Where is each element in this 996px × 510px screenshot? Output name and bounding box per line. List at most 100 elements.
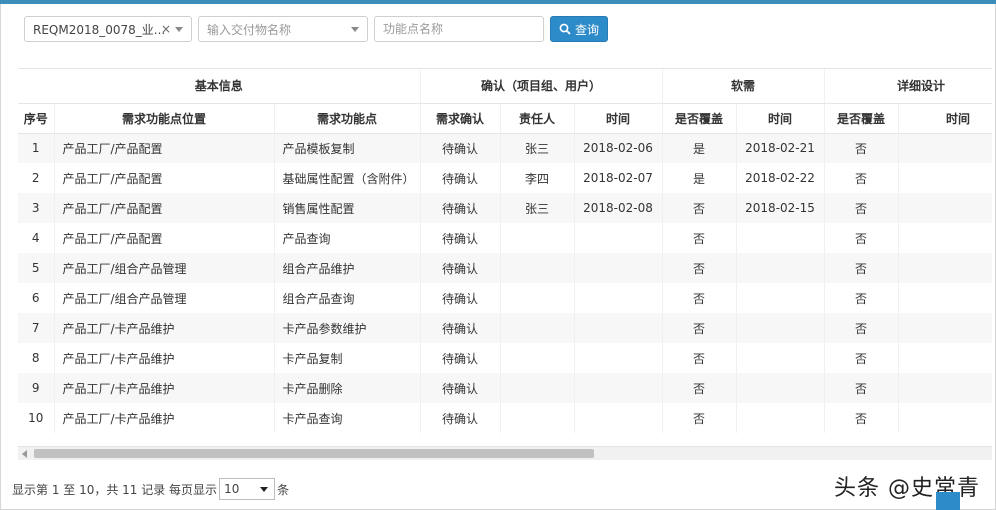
table-cell: 6 [18, 283, 55, 313]
table-cell: 基础属性配置（含附件） [274, 163, 421, 193]
table-cell [736, 403, 825, 433]
function-point-input[interactable] [374, 16, 544, 42]
search-icon [559, 23, 571, 35]
table-cell [898, 163, 992, 193]
table-cell [736, 253, 825, 283]
column-header[interactable]: 序号 [18, 103, 55, 134]
table-cell: 待确认 [420, 193, 501, 223]
top-accent-bar [0, 0, 996, 4]
table-cell: 10 [18, 403, 55, 433]
table-cell: 李四 [500, 163, 575, 193]
table-cell [500, 403, 575, 433]
table-row[interactable]: 8 产品工厂/卡产品维护 卡产品复制 待确认 否 否 [18, 343, 992, 373]
group-header-detailed-design: 详细设计 [824, 69, 992, 104]
table-row[interactable]: 6 产品工厂/组合产品管理 组合产品查询 待确认 否 否 [18, 283, 992, 313]
table-cell [898, 403, 992, 433]
table-cell: 待确认 [420, 373, 501, 403]
table-cell: 待确认 [420, 313, 501, 343]
chevron-down-icon [175, 27, 183, 32]
table-row[interactable]: 5 产品工厂/组合产品管理 组合产品维护 待确认 否 否 [18, 253, 992, 283]
column-header-row: 序号 需求功能点位置 需求功能点 需求确认 责任人 时间 是否覆盖 时间 是否覆… [18, 103, 992, 134]
scrollbar-thumb[interactable] [34, 449, 594, 458]
table-cell: 产品工厂/组合产品管理 [54, 283, 275, 313]
filter-bar: REQM2018_0078_业... × 输入交付物名称 查询 [24, 16, 609, 42]
table-row[interactable]: 9 产品工厂/卡产品维护 卡产品删除 待确认 否 否 [18, 373, 992, 403]
table-cell [736, 223, 825, 253]
table-row[interactable]: 4 产品工厂/产品配置 产品查询 待确认 否 否 [18, 223, 992, 253]
page-size-value: 10 [224, 482, 240, 496]
table-cell: 产品工厂/产品配置 [54, 223, 275, 253]
table-cell: 否 [824, 313, 899, 343]
table-row[interactable]: 10 产品工厂/卡产品维护 卡产品查询 待确认 否 否 [18, 403, 992, 433]
table-row[interactable]: 2 产品工厂/产品配置 基础属性配置（含附件） 待确认 李四 2018-02-07 是 201… [18, 163, 992, 193]
deliverable-select[interactable]: 输入交付物名称 [198, 16, 368, 42]
table-row[interactable]: 1 产品工厂/产品配置 产品模板复制 待确认 张三 2018-02-06 是 2018-02-… [18, 133, 992, 163]
table-cell: 待确认 [420, 403, 501, 433]
table-cell: 待确认 [420, 163, 501, 193]
table-cell [574, 373, 663, 403]
table-cell [898, 253, 992, 283]
column-header[interactable]: 需求功能点 [274, 103, 421, 134]
table-cell: 否 [662, 283, 737, 313]
table-cell: 5 [18, 253, 55, 283]
pagination-suffix: 条 [277, 482, 290, 497]
table-row[interactable]: 7 产品工厂/卡产品维护 卡产品参数维护 待确认 否 否 [18, 313, 992, 343]
column-header[interactable]: 是否覆盖 [824, 103, 899, 134]
table-cell: 待确认 [420, 253, 501, 283]
table-cell: 否 [662, 373, 737, 403]
table-cell: 8 [18, 343, 55, 373]
table-cell [898, 313, 992, 343]
table-cell: 2018-02-22 [736, 163, 825, 193]
group-header-row: 基本信息 确认（项目组、用户） 软需 详细设计 [18, 69, 992, 104]
table-cell: 产品查询 [274, 223, 421, 253]
table-cell: 否 [824, 133, 899, 163]
table-cell [500, 253, 575, 283]
page-size-select[interactable]: 10 [219, 478, 276, 500]
column-header[interactable]: 需求确认 [420, 103, 501, 134]
table-cell: 产品工厂/产品配置 [54, 193, 275, 223]
table-cell: 是 [662, 163, 737, 193]
table-cell [898, 283, 992, 313]
table-cell [500, 283, 575, 313]
table-row[interactable]: 3 产品工厂/产品配置 销售属性配置 待确认 张三 2018-02-08 否 2018-02-… [18, 193, 992, 223]
column-header[interactable]: 是否覆盖 [662, 103, 737, 134]
requirement-select[interactable]: REQM2018_0078_业... × [24, 16, 192, 42]
group-header-basic-info: 基本信息 [18, 69, 421, 104]
chevron-left-icon[interactable] [22, 450, 27, 458]
table-cell: 否 [824, 283, 899, 313]
table-cell: 产品工厂/卡产品维护 [54, 373, 275, 403]
table-cell: 否 [824, 223, 899, 253]
table-cell: 待确认 [420, 343, 501, 373]
corner-button[interactable] [936, 492, 960, 510]
table-cell: 2018-02-08 [574, 193, 663, 223]
deliverable-select-placeholder: 输入交付物名称 [207, 22, 292, 37]
table-cell: 7 [18, 313, 55, 343]
requirement-select-value: REQM2018_0078_业... [33, 22, 166, 37]
table-cell [500, 223, 575, 253]
table-cell: 卡产品参数维护 [274, 313, 421, 343]
table-cell: 产品模板复制 [274, 133, 421, 163]
query-button[interactable]: 查询 [550, 16, 609, 42]
table-cell: 张三 [500, 193, 575, 223]
table-cell [574, 253, 663, 283]
table-cell [574, 403, 663, 433]
column-header[interactable]: 时间 [736, 103, 825, 134]
clear-icon[interactable]: × [161, 22, 171, 36]
table-cell [500, 313, 575, 343]
chevron-down-icon [260, 487, 269, 492]
table-cell [574, 343, 663, 373]
table-cell [736, 373, 825, 403]
table-cell: 否 [824, 193, 899, 223]
table-cell: 2018-02-15 [736, 193, 825, 223]
column-header[interactable]: 责任人 [500, 103, 575, 134]
table-cell: 是 [662, 133, 737, 163]
column-header[interactable]: 时间 [898, 103, 992, 134]
column-header[interactable]: 需求功能点位置 [54, 103, 275, 134]
pagination-summary: 显示第 1 至 10，共 11 记录 每页显示 [12, 482, 218, 497]
table-cell [898, 373, 992, 403]
requirements-table: 基本信息 确认（项目组、用户） 软需 详细设计 序号 需求功能点位置 需求功能点… [18, 69, 992, 433]
horizontal-scrollbar[interactable] [18, 446, 992, 460]
table-cell: 2018-02-06 [574, 133, 663, 163]
table-cell: 待确认 [420, 223, 501, 253]
column-header[interactable]: 时间 [574, 103, 663, 134]
